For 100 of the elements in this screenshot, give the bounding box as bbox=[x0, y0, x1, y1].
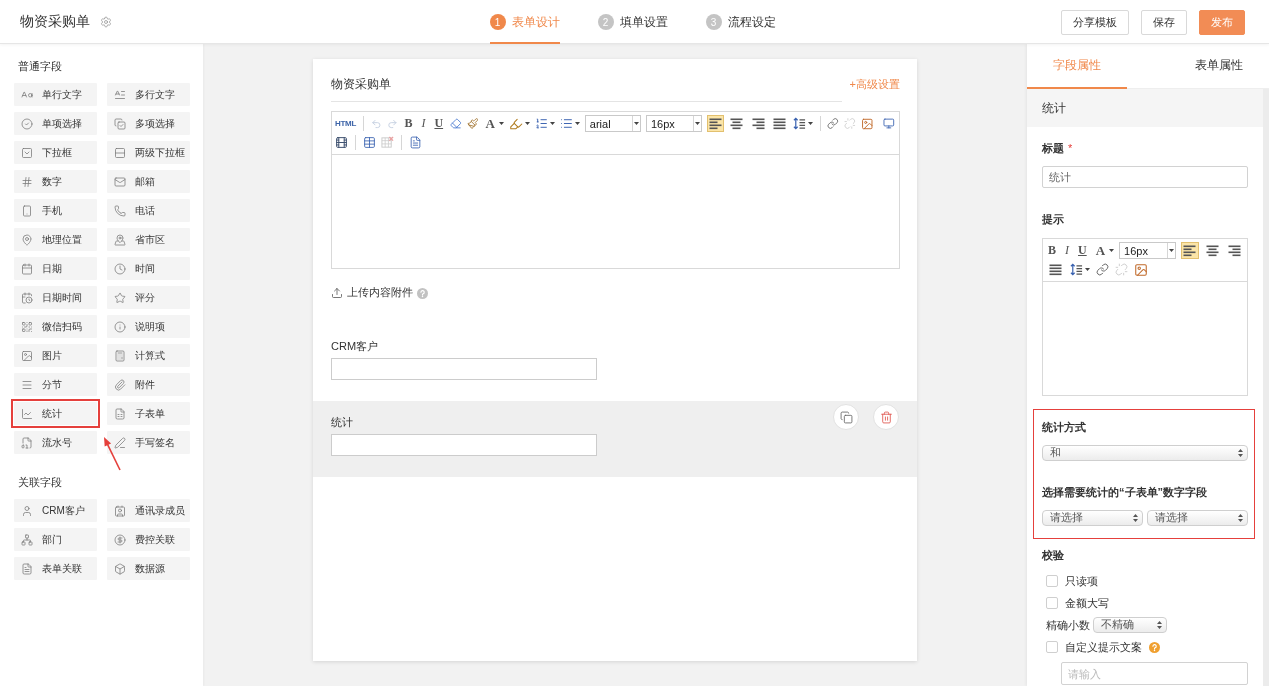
field-type-item[interactable]: 多行文字 bbox=[107, 83, 190, 106]
field-type-item[interactable]: 下拉框 bbox=[14, 141, 97, 164]
method-select[interactable]: 和 bbox=[1042, 445, 1248, 461]
caret-icon[interactable] bbox=[695, 122, 701, 125]
updown-icon[interactable] bbox=[1238, 514, 1243, 522]
precision-select[interactable]: 不精确 bbox=[1093, 617, 1167, 633]
font-color-button[interactable]: A bbox=[1093, 242, 1108, 259]
field-type-item[interactable]: 图片 bbox=[14, 344, 97, 367]
italic-button[interactable]: I bbox=[419, 115, 428, 132]
field-type-item[interactable]: 子表单 bbox=[107, 402, 190, 425]
underline-button[interactable]: U bbox=[1076, 242, 1089, 259]
field-type-item[interactable]: 多项选择 bbox=[107, 112, 190, 135]
caret-icon[interactable] bbox=[549, 122, 555, 125]
field-type-item[interactable]: 时间 bbox=[107, 257, 190, 280]
document-icon bbox=[21, 562, 33, 575]
panel-tab[interactable]: 表单属性 bbox=[1169, 44, 1269, 89]
field-type-item[interactable]: 说明项 bbox=[107, 315, 190, 338]
align-left-button[interactable] bbox=[1181, 242, 1199, 259]
field-type-item[interactable]: CRM客户 bbox=[14, 499, 97, 522]
field-select[interactable]: 请选择 bbox=[1147, 510, 1248, 526]
field-type-item[interactable]: 部门 bbox=[14, 528, 97, 551]
caret-icon[interactable] bbox=[634, 122, 639, 125]
bold-button[interactable]: B bbox=[1046, 242, 1058, 259]
caret-icon[interactable] bbox=[807, 122, 813, 125]
field-type-item[interactable]: 计算式 bbox=[107, 344, 190, 367]
bullet-list-icon[interactable] bbox=[559, 117, 573, 130]
text-field[interactable]: 统计 bbox=[1042, 166, 1248, 188]
upload-attachment-link[interactable]: 上传内容附件 bbox=[347, 286, 413, 300]
updown-icon[interactable] bbox=[1157, 621, 1162, 629]
document-icon[interactable] bbox=[409, 136, 422, 149]
underline-button[interactable]: U bbox=[432, 115, 446, 132]
font-size-select[interactable]: 16px bbox=[646, 115, 703, 132]
upload-icon[interactable] bbox=[331, 287, 343, 299]
field-type-item[interactable]: 电话 bbox=[107, 199, 190, 222]
field-type-item[interactable]: 统计 bbox=[14, 402, 97, 425]
text-field[interactable] bbox=[331, 434, 597, 456]
field-type-item[interactable]: 单行文字 bbox=[14, 83, 97, 106]
pen-icon bbox=[114, 436, 126, 449]
field-type-item[interactable]: 日期 bbox=[14, 257, 97, 280]
field-type-item[interactable]: 手机 bbox=[14, 199, 97, 222]
bold-button[interactable]: B bbox=[402, 115, 415, 132]
table-icon[interactable] bbox=[363, 136, 376, 149]
field-type-item[interactable]: 数字 bbox=[14, 170, 97, 193]
caret-icon[interactable] bbox=[574, 122, 580, 125]
align-left-button[interactable] bbox=[707, 115, 724, 132]
text-field[interactable]: 请输入 bbox=[1061, 662, 1248, 685]
field-type-item[interactable]: 数据源 bbox=[107, 557, 190, 580]
caret-icon[interactable] bbox=[1169, 249, 1175, 252]
checkbox[interactable] bbox=[1046, 597, 1058, 609]
numbered-list-icon[interactable] bbox=[534, 117, 548, 130]
image-icon[interactable] bbox=[1134, 262, 1148, 277]
line-spacing-icon[interactable] bbox=[1070, 263, 1083, 276]
trash-icon bbox=[879, 410, 893, 424]
font-size-select[interactable]: 16px bbox=[1119, 242, 1177, 259]
paintbrush-icon[interactable] bbox=[466, 117, 479, 130]
updown-icon[interactable] bbox=[1133, 514, 1138, 522]
field-type-item[interactable]: 邮箱 bbox=[107, 170, 190, 193]
field-type-item[interactable]: 流水号 bbox=[14, 431, 97, 454]
save-button[interactable]: 保存 bbox=[1141, 9, 1187, 35]
italic-button[interactable]: I bbox=[1063, 242, 1071, 259]
font-family-select[interactable]: arial bbox=[584, 115, 641, 132]
field-type-item[interactable]: 手写签名 bbox=[107, 431, 190, 454]
field-type-item[interactable]: 微信扫码 bbox=[14, 315, 97, 338]
line-spacing-icon[interactable] bbox=[792, 117, 806, 130]
caret-icon[interactable] bbox=[1085, 268, 1090, 271]
field-type-item[interactable]: 表单关联 bbox=[14, 557, 97, 580]
field-select[interactable]: 请选择 bbox=[1042, 510, 1143, 526]
field-type-item[interactable]: 通讯录成员 bbox=[107, 499, 190, 522]
link-icon[interactable] bbox=[827, 117, 840, 130]
field-type-item[interactable]: 日期时间 bbox=[14, 286, 97, 309]
eraser-icon[interactable] bbox=[450, 117, 462, 130]
field-type-item[interactable]: 省市区 bbox=[107, 228, 190, 251]
caret-icon[interactable] bbox=[498, 122, 504, 125]
text-field[interactable] bbox=[331, 358, 597, 380]
caret-icon[interactable] bbox=[524, 122, 530, 125]
field-type-item[interactable]: 附件 bbox=[107, 373, 190, 396]
map-pin-icon bbox=[21, 233, 33, 246]
caret-icon[interactable] bbox=[1109, 249, 1115, 252]
field-type-item[interactable]: 两级下拉框 bbox=[107, 141, 190, 164]
checkbox[interactable] bbox=[1046, 641, 1058, 653]
checkbox[interactable] bbox=[1046, 575, 1058, 587]
step-tab[interactable]: 3 流程设定 bbox=[705, 0, 776, 44]
field-type-item[interactable]: 分节 bbox=[14, 373, 97, 396]
film-icon[interactable] bbox=[335, 136, 348, 149]
field-type-item[interactable]: 单项选择 bbox=[14, 112, 97, 135]
align-right-icon bbox=[1227, 244, 1241, 257]
font-color-button[interactable]: A bbox=[483, 115, 497, 132]
link-icon[interactable] bbox=[1096, 263, 1109, 276]
image-icon[interactable] bbox=[860, 116, 874, 131]
monitor-icon[interactable] bbox=[883, 117, 895, 130]
field-type-item[interactable]: 费控关联 bbox=[107, 528, 190, 551]
copy-button[interactable] bbox=[833, 404, 859, 430]
share-template-button[interactable]: 分享模板 bbox=[1061, 9, 1129, 35]
form-field-block[interactable]: CRM客户 bbox=[313, 325, 917, 401]
updown-icon[interactable] bbox=[1238, 449, 1243, 457]
form-field-block[interactable]: 统计 bbox=[313, 401, 917, 477]
checkbox-label: 金额大写 bbox=[1065, 595, 1109, 611]
html-source-button[interactable]: HTML bbox=[335, 115, 356, 132]
field-type-item[interactable]: 评分 bbox=[107, 286, 190, 309]
field-type-item[interactable]: 地理位置 bbox=[14, 228, 97, 251]
